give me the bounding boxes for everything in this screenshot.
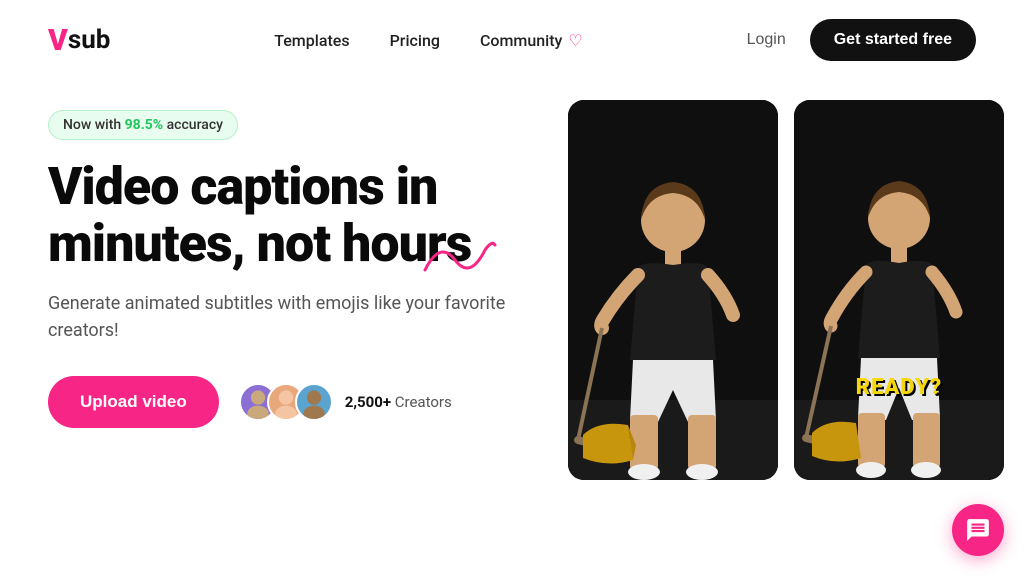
video-card-right: READY? [794,100,1004,480]
upload-video-button[interactable]: Upload video [48,376,219,428]
logo-text: sub [68,25,111,55]
video-card-left [568,100,778,480]
nav-links: Templates Pricing Community ♡ [274,31,583,50]
nav-pricing[interactable]: Pricing [390,31,440,50]
login-button[interactable]: Login [747,31,786,49]
chat-button[interactable] [952,504,1004,556]
person-figure-right [794,100,1004,480]
nav-right: Login Get started free [747,19,976,61]
nav-community[interactable]: Community ♡ [480,31,583,50]
video-bg-right: READY? [794,100,1004,480]
navbar: Vsub Templates Pricing Community ♡ Login… [0,0,1024,80]
hero-cta: Upload video [48,376,528,428]
nav-templates[interactable]: Templates [274,31,349,50]
hero-right: READY? [568,100,1004,480]
squiggle-decoration [420,235,500,285]
logo-v: V [48,23,68,58]
caption-text: READY? [856,375,942,400]
person-figure-left [568,100,778,480]
hero-left: Now with 98.5% accuracy Video captions i… [48,100,528,480]
chat-icon [965,517,991,543]
hero-section: Now with 98.5% accuracy Video captions i… [0,80,1024,480]
avatar-3 [295,383,333,421]
logo[interactable]: Vsub [48,23,110,58]
creators-info: 2,500+ Creators [239,383,452,421]
heart-icon: ♡ [568,31,582,50]
video-bg-left [568,100,778,480]
avatars [239,383,333,421]
video-caption: READY? [856,375,942,400]
get-started-button[interactable]: Get started free [810,19,976,61]
creators-text: 2,500+ Creators [345,393,452,411]
hero-subtitle: Generate animated subtitles with emojis … [48,290,528,344]
accuracy-badge: Now with 98.5% accuracy [48,110,238,140]
